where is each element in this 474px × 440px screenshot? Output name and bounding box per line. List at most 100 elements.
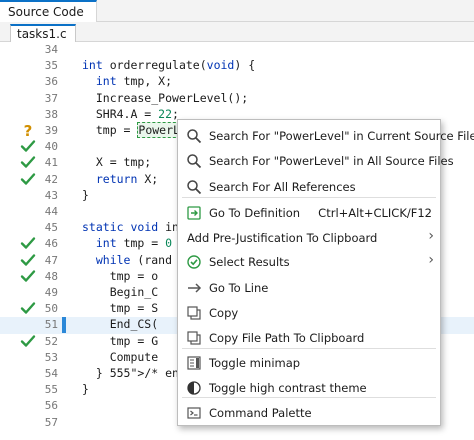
menu-item-label: Add Pre-Justification To Clipboard	[187, 231, 378, 245]
code-text[interactable]: Increase_PowerLevel();	[82, 91, 248, 105]
line-number: 46	[44, 237, 58, 251]
check-icon[interactable]	[20, 268, 36, 284]
menu-item-label: Search For "PowerLevel" in Current Sourc…	[209, 129, 474, 143]
menu-item-command-palette[interactable]: Command Palette	[178, 401, 440, 425]
code-text[interactable]: int tmp, X;	[82, 74, 172, 88]
check-icon[interactable]	[20, 333, 36, 349]
search-icon	[186, 179, 202, 195]
line-number: 37	[44, 91, 58, 105]
tab-tasks1-c[interactable]: tasks1.c	[10, 24, 76, 42]
code-text[interactable]: tmp = PowerL	[82, 122, 181, 138]
menu-item-search-current[interactable]: Search For "PowerLevel" in Current Sourc…	[178, 124, 474, 148]
menu-item-label: Search For All References	[209, 180, 356, 194]
line-number: 47	[44, 253, 58, 267]
title-bar: Source Code	[0, 0, 474, 22]
code-text[interactable]: tmp = o	[82, 269, 158, 283]
menu-item-goto-line[interactable]: Go To Line	[178, 276, 440, 300]
copy-icon	[186, 305, 202, 321]
code-text[interactable]: int orderregulate(void) {	[82, 58, 255, 72]
menu-item-search-refs[interactable]: Search For All References	[178, 175, 440, 199]
line-number: 51	[44, 318, 58, 332]
line-number: 35	[44, 59, 58, 73]
line-number: 36	[44, 75, 58, 89]
code-text[interactable]: tmp = S	[82, 301, 158, 315]
check-icon[interactable]	[20, 300, 36, 316]
menu-item-label: Copy	[209, 306, 239, 320]
code-text[interactable]: static void ini	[82, 220, 186, 234]
line-number: 52	[44, 334, 58, 348]
goto-definition-icon	[186, 205, 202, 221]
menu-item-label: Go To Definition	[209, 206, 301, 220]
line-number: 49	[44, 286, 58, 299]
tab-source-code[interactable]: Source Code	[0, 0, 97, 22]
context-menu: Search For "PowerLevel" in Current Sourc…	[177, 119, 474, 426]
copy-path-icon	[186, 330, 202, 346]
menu-item-shortcut: Ctrl+Alt+CLICK/F12	[318, 206, 432, 220]
select-results-icon	[186, 254, 202, 270]
check-icon[interactable]	[20, 154, 36, 170]
submenu-arrow-icon: ›	[428, 228, 434, 244]
search-icon	[186, 153, 202, 169]
line-number: 50	[44, 302, 58, 316]
code-line[interactable]: 36 int tmp, X;	[0, 74, 474, 90]
svg-text:?: ?	[24, 122, 33, 138]
line-number: 41	[44, 156, 58, 170]
menu-item-label: Copy File Path To Clipboard	[209, 331, 365, 345]
menu-item-select-results[interactable]: Select Results ›	[178, 250, 440, 274]
code-line[interactable]: 37 Increase_PowerLevel();	[0, 91, 474, 107]
line-number: 40	[44, 140, 58, 154]
line-number: 42	[44, 172, 58, 186]
command-palette-icon	[186, 405, 202, 421]
check-icon[interactable]	[20, 138, 36, 154]
menu-item-toggle-minimap[interactable]: Toggle minimap	[178, 351, 440, 375]
code-text[interactable]: X = tmp;	[82, 155, 151, 169]
menu-item-copy-path[interactable]: Copy File Path To Clipboard	[178, 326, 440, 350]
current-line-marker	[62, 317, 66, 334]
code-text[interactable]: int tmp = 0	[82, 236, 172, 250]
menu-item-label: Go To Line	[209, 281, 269, 295]
menu-item-toggle-contrast[interactable]: Toggle high contrast theme	[178, 376, 440, 400]
search-icon	[186, 128, 202, 144]
menu-item-goto-def[interactable]: Go To Definition Ctrl+Alt+CLICK/F12	[178, 201, 440, 225]
menu-item-label: Command Palette	[209, 406, 312, 420]
code-text[interactable]: while (rand	[82, 253, 172, 267]
line-number: 44	[44, 205, 58, 218]
contrast-icon	[186, 380, 202, 396]
line-number: 34	[44, 43, 58, 56]
line-number: 57	[44, 415, 58, 429]
code-line[interactable]: 34	[0, 42, 474, 58]
line-number: 48	[44, 269, 58, 283]
check-icon[interactable]	[20, 235, 36, 251]
goto-line-icon	[186, 280, 202, 296]
line-number: 38	[44, 107, 58, 121]
code-text[interactable]: Begin_C	[82, 285, 158, 299]
menu-item-label: Search For "PowerLevel" in All Source Fi…	[209, 154, 454, 168]
menu-item-search-all[interactable]: Search For "PowerLevel" in All Source Fi…	[178, 149, 454, 173]
code-text[interactable]: Compute	[82, 350, 158, 364]
menu-item-label: Select Results	[209, 255, 290, 269]
line-number: 43	[44, 188, 58, 202]
check-icon[interactable]	[20, 171, 36, 187]
menu-item-label: Toggle high contrast theme	[209, 381, 367, 395]
menu-item-copy[interactable]: Copy	[178, 301, 440, 325]
file-tab-bar: tasks1.c	[0, 22, 474, 42]
code-text[interactable]: return X;	[82, 172, 158, 186]
menu-item-label: Toggle minimap	[209, 356, 301, 370]
line-number: 53	[44, 350, 58, 364]
check-icon[interactable]	[20, 252, 36, 268]
code-text[interactable]: tmp = G	[82, 334, 158, 348]
line-number: 55	[44, 383, 58, 397]
code-text[interactable]: }	[82, 382, 89, 396]
line-number: 56	[44, 399, 58, 413]
line-number: 54	[44, 367, 58, 380]
line-number: 45	[44, 221, 58, 235]
warning-question-icon[interactable]: ?	[20, 122, 36, 140]
line-number: 39	[44, 124, 58, 137]
code-text[interactable]: }	[82, 188, 89, 202]
submenu-arrow-icon: ›	[428, 252, 434, 268]
code-text[interactable]: SHR4.A = 22;	[82, 107, 179, 121]
code-text[interactable]: End_CS(	[82, 317, 158, 331]
menu-item-add-prejust[interactable]: Add Pre-Justification To Clipboard ›	[178, 226, 440, 250]
code-line[interactable]: 35 int orderregulate(void) {	[0, 58, 474, 74]
minimap-icon	[186, 355, 202, 371]
